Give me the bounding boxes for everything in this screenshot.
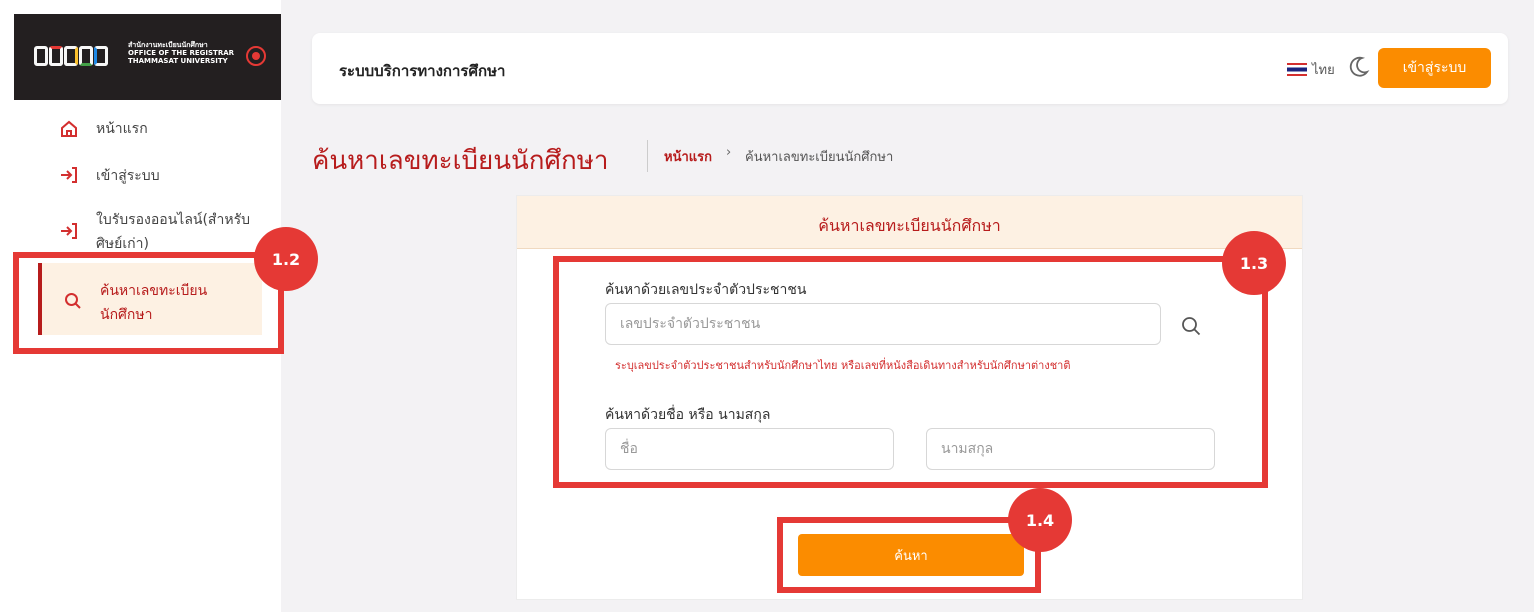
sidebar-item-label-line2: ศิษย์เก่า) xyxy=(96,236,149,252)
breadcrumb-home[interactable]: หน้าแรก xyxy=(664,146,712,167)
annotation-badge-1-3: 1.3 xyxy=(1222,231,1286,295)
login-button[interactable]: เข้าสู่ระบบ xyxy=(1378,48,1491,88)
sidebar-item-label-line1: ใบรับรองออนไลน์(สำหรับ xyxy=(96,212,250,228)
breadcrumb-separator: › xyxy=(726,145,732,160)
logo-text: สำนักงานทะเบียนนักศึกษา OFFICE OF THE RE… xyxy=(128,41,243,65)
annotation-badge-1-2: 1.2 xyxy=(254,227,318,291)
card-header: ค้นหาเลขทะเบียนนักศึกษา xyxy=(517,196,1302,249)
login-icon xyxy=(61,223,77,239)
target-icon xyxy=(246,46,266,66)
header-bar: ระบบบริการทางการศึกษา ไทย เข้าสู่ระบบ xyxy=(312,33,1508,104)
annotation-badge-1-4: 1.4 xyxy=(1008,488,1072,552)
moon-icon[interactable] xyxy=(1348,55,1370,77)
logo-mark xyxy=(34,43,108,69)
annotation-box-1-2 xyxy=(13,252,284,354)
app-title: ระบบบริการทางการศึกษา xyxy=(339,62,506,80)
language-selector[interactable]: ไทย xyxy=(1312,59,1335,80)
annotation-box-1-3 xyxy=(553,256,1268,488)
logo[interactable]: สำนักงานทะเบียนนักศึกษา OFFICE OF THE RE… xyxy=(14,14,281,100)
title-divider xyxy=(647,140,648,172)
breadcrumb-current: ค้นหาเลขทะเบียนนักศึกษา xyxy=(745,150,894,165)
page-title: ค้นหาเลขทะเบียนนักศึกษา xyxy=(312,146,609,176)
login-icon xyxy=(61,167,77,183)
logo-line1: OFFICE OF THE REGISTRAR xyxy=(128,49,235,57)
home-icon xyxy=(61,120,77,137)
logo-line2: THAMMASAT UNIVERSITY xyxy=(128,57,228,65)
card-title: ค้นหาเลขทะเบียนนักศึกษา xyxy=(818,216,1001,235)
sidebar-item-label: เข้าสู่ระบบ xyxy=(96,168,160,184)
thai-flag-icon[interactable] xyxy=(1287,63,1307,76)
logo-thai: สำนักงานทะเบียนนักศึกษา xyxy=(128,41,208,49)
sidebar-item-label: หน้าแรก xyxy=(96,121,148,137)
annotation-box-1-4 xyxy=(777,517,1041,593)
